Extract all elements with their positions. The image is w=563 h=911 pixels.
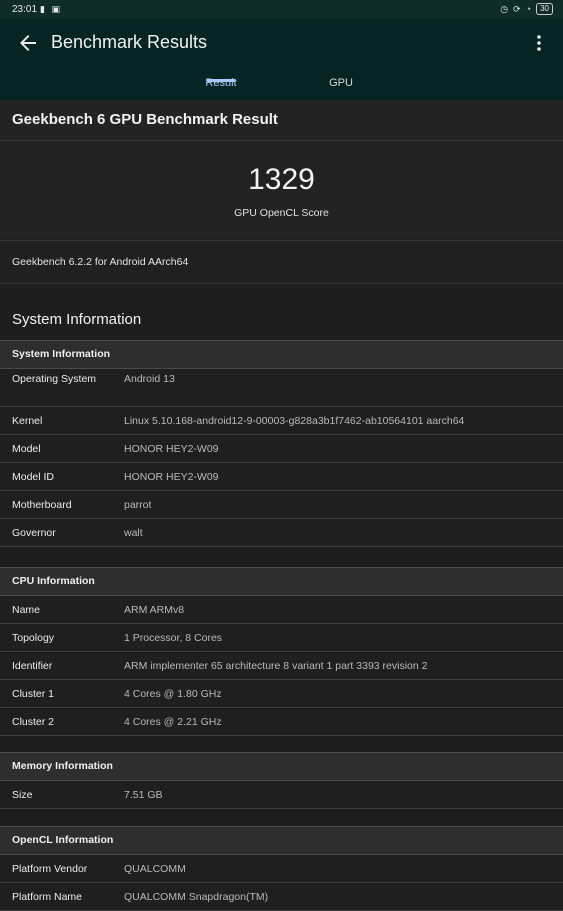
gpu-score: 1329 [248,163,315,196]
wifi-icon: ◔ [525,4,532,14]
row-label: Platform Vendor [12,863,88,875]
row-value: HONOR HEY2-W09 [124,471,219,483]
status-bar: 23:01 ▮ ▣ ◷ ⟳ ◔ 30 [0,0,563,19]
info-row: Platform Vendor QUALCOMM [0,855,563,883]
row-label: Identifier [12,660,53,672]
info-row: Cluster 2 4 Cores @ 2.21 GHz [0,708,563,736]
status-time: 23:01 [12,4,38,15]
tab-indicator [207,79,236,82]
info-row: Identifier ARM implementer 65 architectu… [0,652,563,680]
section-title: System Information [12,348,111,360]
row-label: Cluster 1 [12,688,55,700]
row-value: QUALCOMM [124,863,186,875]
version-text: Geekbench 6.2.2 for Android AArch64 [12,256,189,268]
alarm-icon: ◷ [500,3,509,14]
row-value: Linux 5.10.168-android12-9-00003-g828a3b… [124,415,465,427]
info-row: Kernel Linux 5.10.168-android12-9-00003-… [0,407,563,435]
section-header: System Information [0,340,563,369]
result-title: Geekbench 6 GPU Benchmark Result [12,111,278,128]
system-information-section: System Information Operating System Andr… [0,340,563,547]
row-label: Governor [12,527,56,539]
section-title: CPU Information [12,575,95,587]
section-title: OpenCL Information [12,834,114,846]
row-value: ARM implementer 65 architecture 8 varian… [124,660,428,672]
info-row: Name ARM ARMv8 [0,596,563,624]
page-title: Benchmark Results [51,32,208,52]
cpu-information-section: CPU Information Name ARM ARMv8 Topology … [0,567,563,736]
app-bar: Benchmark Results Result GPU [0,19,563,100]
row-value: Android 13 [124,373,175,385]
row-label: Model ID [12,471,55,483]
row-label: Topology [12,632,55,644]
row-value: walt [124,527,143,539]
status-right: ◷ ⟳ ◔ 30 [500,3,553,15]
row-label: Cluster 2 [12,716,55,728]
info-row: Governor walt [0,519,563,547]
tab-bar: Result GPU [0,75,563,100]
row-value: ARM ARMv8 [124,604,185,616]
row-label: Kernel [12,415,43,427]
system-information-heading-band: System Information [0,298,563,340]
row-value: 4 Cores @ 2.21 GHz [124,716,222,728]
section-header: CPU Information [0,567,563,596]
info-row: Topology 1 Processor, 8 Cores [0,624,563,652]
row-value: parrot [124,499,152,511]
info-row: Size 7.51 GB [0,781,563,809]
info-row: Platform Name QUALCOMM Snapdragon(TM) [0,883,563,911]
memory-information-section: Memory Information Size 7.51 GB [0,752,563,809]
info-row: Cluster 1 4 Cores @ 1.80 GHz [0,680,563,708]
row-label: Name [12,604,41,616]
row-label: Platform Name [12,891,83,903]
row-value: 4 Cores @ 1.80 GHz [124,688,222,700]
section-header: Memory Information [0,752,563,781]
row-label: Motherboard [12,499,72,511]
info-row: Operating System Android 13 [0,369,563,407]
section-title: Memory Information [12,760,113,772]
battery-icon: 30 [536,3,553,15]
row-value: QUALCOMM Snapdragon(TM) [124,891,269,903]
info-row: Motherboard parrot [0,491,563,519]
score-card: 1329 GPU OpenCL Score [0,141,563,239]
result-title-band: Geekbench 6 GPU Benchmark Result [0,100,563,141]
sync-icon: ⟳ [513,3,521,14]
info-row: Model ID HONOR HEY2-W09 [0,463,563,491]
back-arrow-icon[interactable] [16,31,40,55]
gpu-score-label: GPU OpenCL Score [234,207,329,219]
section-header: OpenCL Information [0,826,563,855]
info-row: Model HONOR HEY2-W09 [0,435,563,463]
notification-icons: ▮ ▣ [40,4,62,14]
more-options-icon[interactable] [527,31,551,55]
version-row: Geekbench 6.2.2 for Android AArch64 [0,240,563,284]
row-value: HONOR HEY2-W09 [124,443,219,455]
system-information-heading: System Information [12,311,142,328]
row-label: Operating System [12,373,97,385]
row-value: 1 Processor, 8 Cores [124,632,223,644]
opencl-information-section: OpenCL Information Platform Vendor QUALC… [0,826,563,911]
row-label: Model [12,443,41,455]
row-label: Size [12,789,33,801]
tab-gpu[interactable]: GPU [310,77,372,100]
row-value: 7.51 GB [124,789,163,801]
